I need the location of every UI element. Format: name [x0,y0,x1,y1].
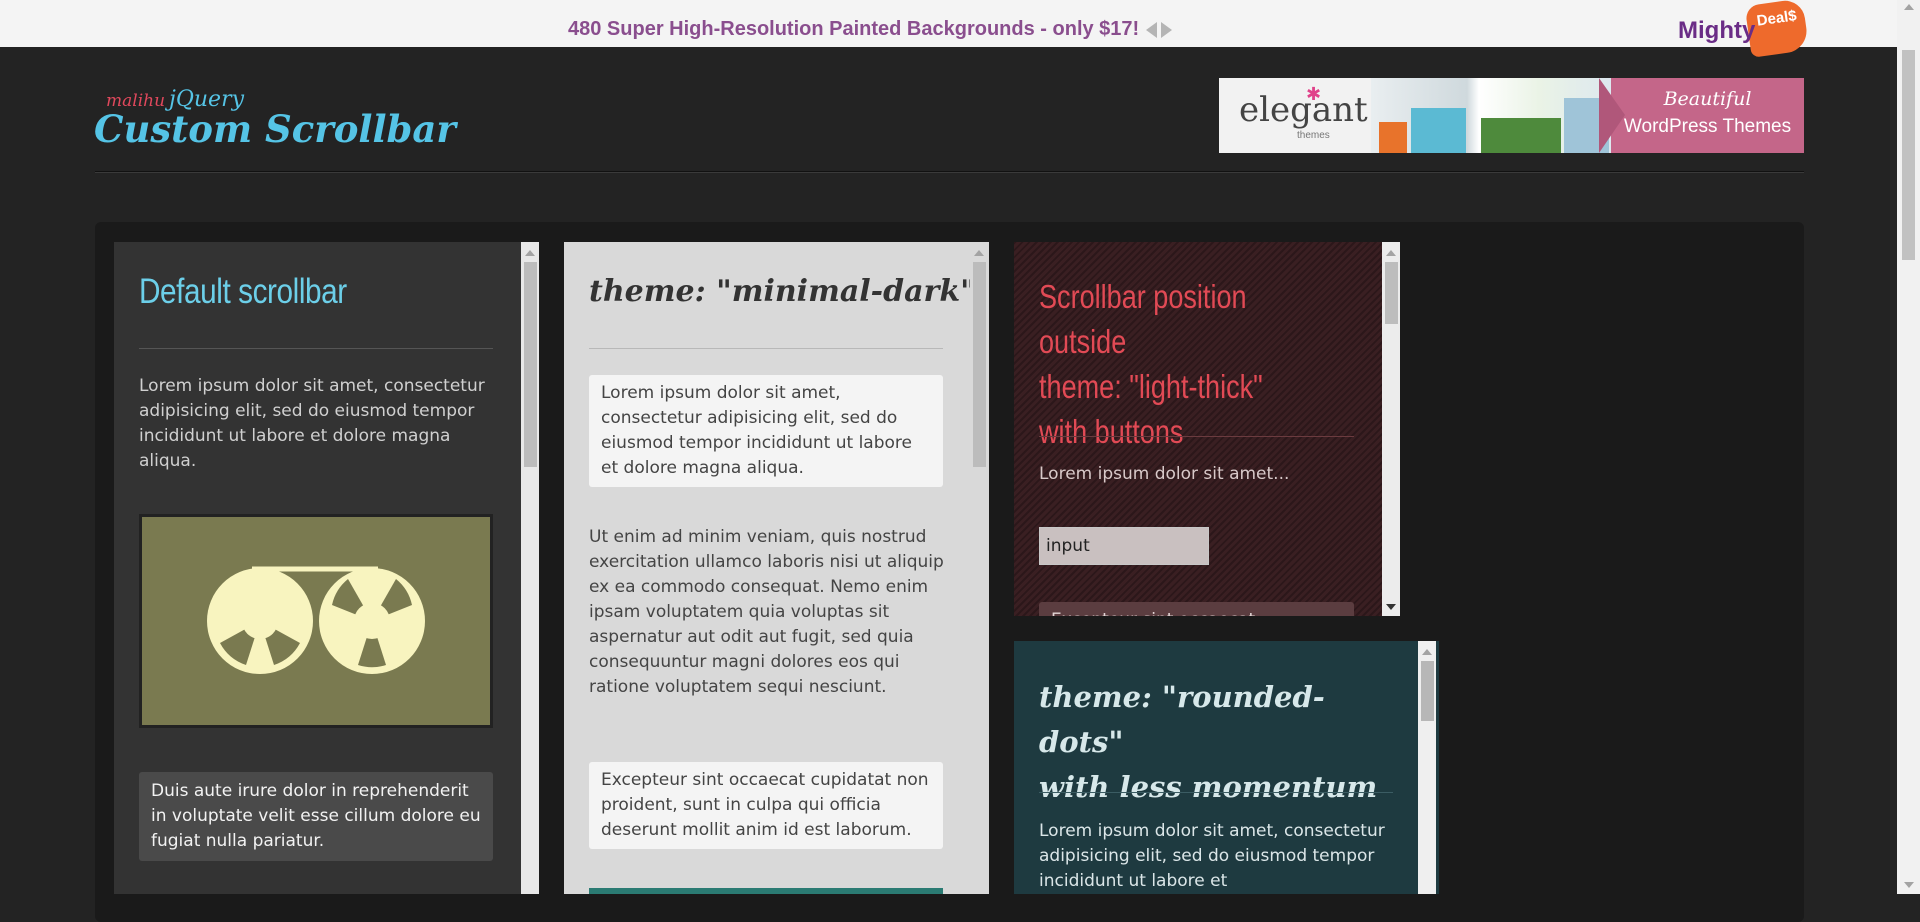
ad-shot [1481,118,1561,153]
prev-arrow-icon[interactable] [1146,22,1157,38]
mighty-deals-logo[interactable]: Deal$ Mighty [1678,0,1810,60]
minimal-dark-scrollbar[interactable] [970,242,988,894]
deals-tag-label: Deal$ [1755,7,1798,30]
ad-brand: elegant [1239,90,1368,130]
minimal-dark-box[interactable]: theme: "minimal-dark" Lorem ipsum dolor … [564,242,989,894]
scroll-thumb[interactable] [1421,661,1434,721]
rounded-dots-box[interactable]: theme: "rounded-dots" with less momentum… [1014,641,1439,894]
divider [139,348,493,349]
default-scrollbar-box[interactable]: Default scrollbar Lorem ipsum dolor sit … [114,242,539,894]
ad-shot [1411,108,1466,153]
promo-nav [1146,22,1172,38]
title-line: with less momentum [1039,770,1378,804]
text-card: Lorem ipsum dolor sit amet, consectetur … [589,375,943,487]
title-line: theme: "rounded-dots" [1039,680,1325,759]
box-title: theme: "rounded-dots" with less momentum [1039,675,1399,810]
divider [1039,792,1393,793]
scroll-thumb[interactable] [973,262,986,467]
page-scroll-down-icon[interactable] [1904,882,1914,888]
scroll-thumb[interactable] [524,262,537,467]
tape-reel-icon [207,566,425,674]
light-thick-scrollbar[interactable] [1382,242,1400,616]
title-line: Scrollbar position outside [1039,278,1247,360]
title-line: with buttons [1039,413,1184,450]
promo-bar: 480 Super High-Resolution Painted Backgr… [0,0,1920,58]
site-logo[interactable]: malihu jQuery Custom Scrollbar [94,85,456,155]
page-scroll-thumb[interactable] [1902,50,1915,260]
asterisk-icon: ✱ [1306,84,1322,105]
next-arrow-icon[interactable] [1161,22,1172,38]
tape-reel-image [139,514,493,728]
box-paragraph: Ut enim ad minim veniam, quis nostrud ex… [589,527,944,697]
scroll-down-icon[interactable] [1386,604,1396,610]
divider [1039,436,1354,437]
elegant-themes-ad[interactable]: elegant ✱ themes Beautiful WordPress The… [1219,78,1804,153]
highlight-note: Duis aute irure dolor in reprehenderit i… [139,772,493,861]
promo-link[interactable]: 480 Super High-Resolution Painted Backgr… [568,18,1139,41]
box-title: Default scrollbar [139,272,347,311]
page-scroll-up-icon[interactable] [1904,4,1914,10]
ad-line-1: Beautiful [1663,88,1752,110]
header-divider [95,171,1804,173]
scroll-up-icon[interactable] [1422,649,1432,655]
ad-chevron [1599,78,1625,153]
box-paragraph: Lorem ipsum dolor sit amet, consectetur … [1039,821,1385,891]
box-title: Scrollbar position outside theme: "light… [1039,274,1318,454]
default-scrollbar[interactable] [521,242,539,894]
rounded-dots-scrollbar[interactable] [1418,641,1436,894]
scroll-up-icon[interactable] [525,250,535,256]
ad-brand-sub: themes [1297,130,1330,141]
scroll-thumb[interactable] [1385,262,1398,324]
ad-line-2: WordPress Themes [1623,116,1792,137]
demo-input[interactable] [1039,527,1209,565]
box-paragraph: Lorem ipsum dolor sit amet, consectetur … [139,376,485,471]
scroll-up-icon[interactable] [1386,250,1396,256]
ad-banner-text: Beautiful WordPress Themes [1611,78,1804,153]
mighty-word: Mighty [1678,17,1756,44]
scroll-up-icon[interactable] [974,250,984,256]
ad-shot [1379,122,1407,153]
text-card: Excepteur sint occaecat cupidatat non pr… [589,762,943,849]
title-line: theme: "light-thick" [1039,368,1263,405]
logo-title: Custom Scrollbar [94,107,456,151]
light-thick-box[interactable]: Scrollbar position outside theme: "light… [1014,242,1400,616]
box-paragraph: Lorem ipsum dolor sit amet... [1039,464,1290,484]
text-card-peek: Excepteur sint occaecat [1039,602,1354,616]
image-peek [589,888,943,894]
divider [589,348,943,349]
box-title: theme: "minimal-dark" [589,274,976,309]
page-scrollbar[interactable] [1897,0,1920,894]
